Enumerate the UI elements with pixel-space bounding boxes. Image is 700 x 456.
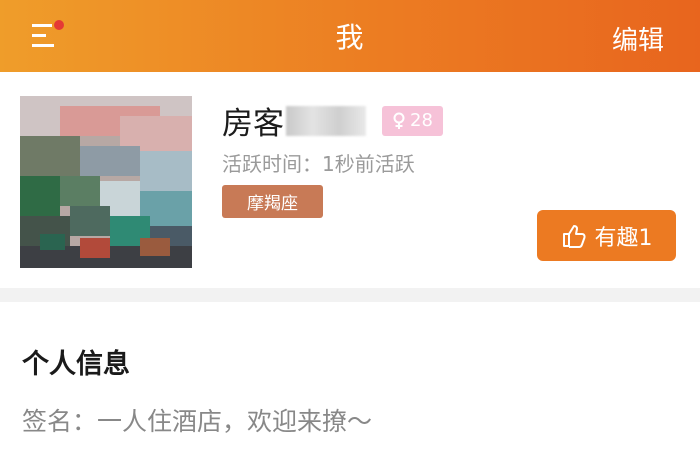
female-symbol-icon <box>393 112 405 129</box>
user-name: 房客 <box>222 106 284 142</box>
zodiac-tag: 摩羯座 <box>222 185 323 218</box>
section-divider <box>0 288 700 302</box>
thumbs-up-icon <box>562 224 586 248</box>
page-title: 我 <box>335 21 365 54</box>
age-value: 28 <box>410 110 433 131</box>
menu-button[interactable] <box>30 20 66 52</box>
signature-text: 签名：一人住酒店，欢迎来撩～ <box>22 407 373 436</box>
active-time: 活跃时间：1秒前活跃 <box>222 152 415 176</box>
section-title: 个人信息 <box>22 349 130 380</box>
like-button[interactable]: 有趣1 <box>537 210 676 261</box>
top-navigation-bar: 我 编辑 <box>0 0 700 72</box>
name-redaction <box>286 105 366 136</box>
menu-icon <box>32 20 64 47</box>
notification-dot <box>54 20 64 30</box>
age-badge: 28 <box>382 105 443 136</box>
like-label: 有趣1 <box>594 225 653 251</box>
personal-info-section: 个人信息 签名：一人住酒店，欢迎来撩～ <box>0 302 700 456</box>
profile-card: 房客 28 活跃时间：1秒前活跃 摩羯座 有趣1 <box>0 72 700 288</box>
edit-button[interactable]: 编辑 <box>612 20 664 57</box>
avatar[interactable] <box>20 96 192 268</box>
name-row: 房客 28 <box>222 98 443 143</box>
